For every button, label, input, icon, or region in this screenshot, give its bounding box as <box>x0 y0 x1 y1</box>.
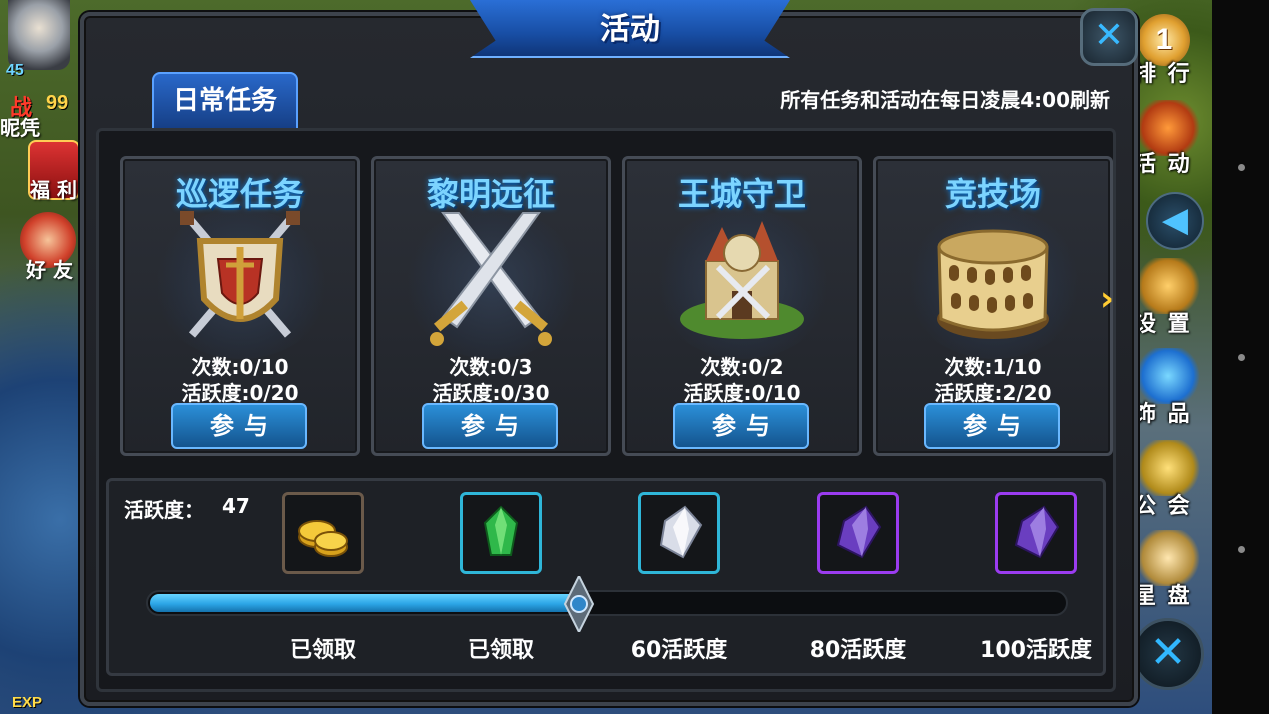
activity-card-arena: 竞技场 次数:1/10 活跃度:2/20 参与 <box>873 156 1113 456</box>
card-count: 次数:0/3 <box>449 355 533 379</box>
close-button[interactable]: ✕ <box>1080 8 1138 66</box>
activity-progress-bar <box>146 590 1068 616</box>
accessory-label: 饰 品 <box>1134 402 1192 427</box>
settings-label: 设 置 <box>1134 312 1192 337</box>
gold-coins-icon <box>298 520 348 557</box>
white-crystal-icon <box>659 505 703 559</box>
reward-caption: 80活跃度 <box>809 638 907 663</box>
system-dot <box>1238 354 1245 361</box>
activity-card-patrol: 巡逻任务 次数:0/10 活跃度:0/20 参与 <box>120 156 360 456</box>
reward-caption: 60活跃度 <box>630 638 728 663</box>
tab-daily-tasks[interactable]: 日常任务 <box>152 72 298 128</box>
card-activity: 活跃度:0/30 <box>432 381 550 405</box>
activity-card-royal-guard: 王城守卫 次数:0/2 活跃度:0/10 参与 <box>622 156 862 456</box>
activity-card-dawn-expedition: 黎明远征 次数:0/3 活跃度:0/30 参与 <box>371 156 611 456</box>
system-side-bar <box>1212 0 1269 714</box>
green-crystal-icon <box>483 505 519 556</box>
star-chart-label: 星 盘 <box>1134 584 1192 609</box>
reward-caption: 100活跃度 <box>980 638 1092 663</box>
player-level: 45 <box>6 62 24 79</box>
system-dot <box>1238 546 1245 553</box>
join-button[interactable]: 参与 <box>422 403 558 449</box>
hud-right: 1 排 行 活 动 ◀ 设 置 饰 品 公 会 星 盘 ✕ <box>1128 0 1212 714</box>
card-count: 次数:1/10 <box>944 355 1042 379</box>
next-page-arrow-icon[interactable]: › <box>1100 282 1120 316</box>
card-activity: 活跃度:0/20 <box>181 381 299 405</box>
exp-label: EXP <box>12 694 43 711</box>
hud-left: 45 战 99 昵凭 福 利 好 友 EXP <box>0 0 90 714</box>
reward-caption: 已领取 <box>289 638 356 663</box>
purple-crystal-icon <box>836 505 882 559</box>
join-button[interactable]: 参与 <box>171 403 307 449</box>
activity-points-value: 47 <box>222 494 250 518</box>
expand-menu-button[interactable]: ✕ <box>1132 618 1204 690</box>
castle-icon <box>680 221 804 339</box>
activity-points-label: 活跃度： <box>124 498 204 522</box>
reward-caption: 已领取 <box>467 638 534 663</box>
panel-title: 活动 <box>600 12 660 47</box>
progress-marker-icon <box>563 576 595 632</box>
friends-label: 好 友 <box>26 258 73 282</box>
reward-chest-2[interactable] <box>460 492 542 574</box>
reward-chest-4[interactable] <box>817 492 899 574</box>
reward-chest-3[interactable] <box>638 492 720 574</box>
refresh-note: 所有任务和活动在每日凌晨4:00刷新 <box>780 88 1110 112</box>
card-activity: 活跃度:0/10 <box>683 381 801 405</box>
progress-fill <box>150 594 581 612</box>
colosseum-icon <box>937 229 1049 339</box>
activity-label: 活 动 <box>1134 152 1192 177</box>
collapse-arrow-button[interactable]: ◀ <box>1146 192 1204 250</box>
system-dot <box>1238 164 1245 171</box>
shield-swords-icon <box>180 211 300 338</box>
player-avatar[interactable] <box>8 0 70 70</box>
reward-chest-5[interactable] <box>995 492 1077 574</box>
player-name-partial: 昵凭 <box>0 116 40 140</box>
card-activity: 活跃度:2/20 <box>934 381 1052 405</box>
ranking-label: 排 行 <box>1134 62 1192 87</box>
welfare-label: 福 利 <box>30 178 77 202</box>
crossed-swords-icon <box>430 212 552 346</box>
join-button[interactable]: 参与 <box>924 403 1060 449</box>
purple-crystal-icon <box>1014 505 1060 559</box>
card-count: 次数:0/2 <box>700 355 784 379</box>
card-count: 次数:0/10 <box>191 355 289 379</box>
reward-chest-1[interactable] <box>282 492 364 574</box>
join-button[interactable]: 参与 <box>673 403 809 449</box>
power-value: 99 <box>46 92 69 114</box>
guild-label: 公 会 <box>1134 494 1192 519</box>
